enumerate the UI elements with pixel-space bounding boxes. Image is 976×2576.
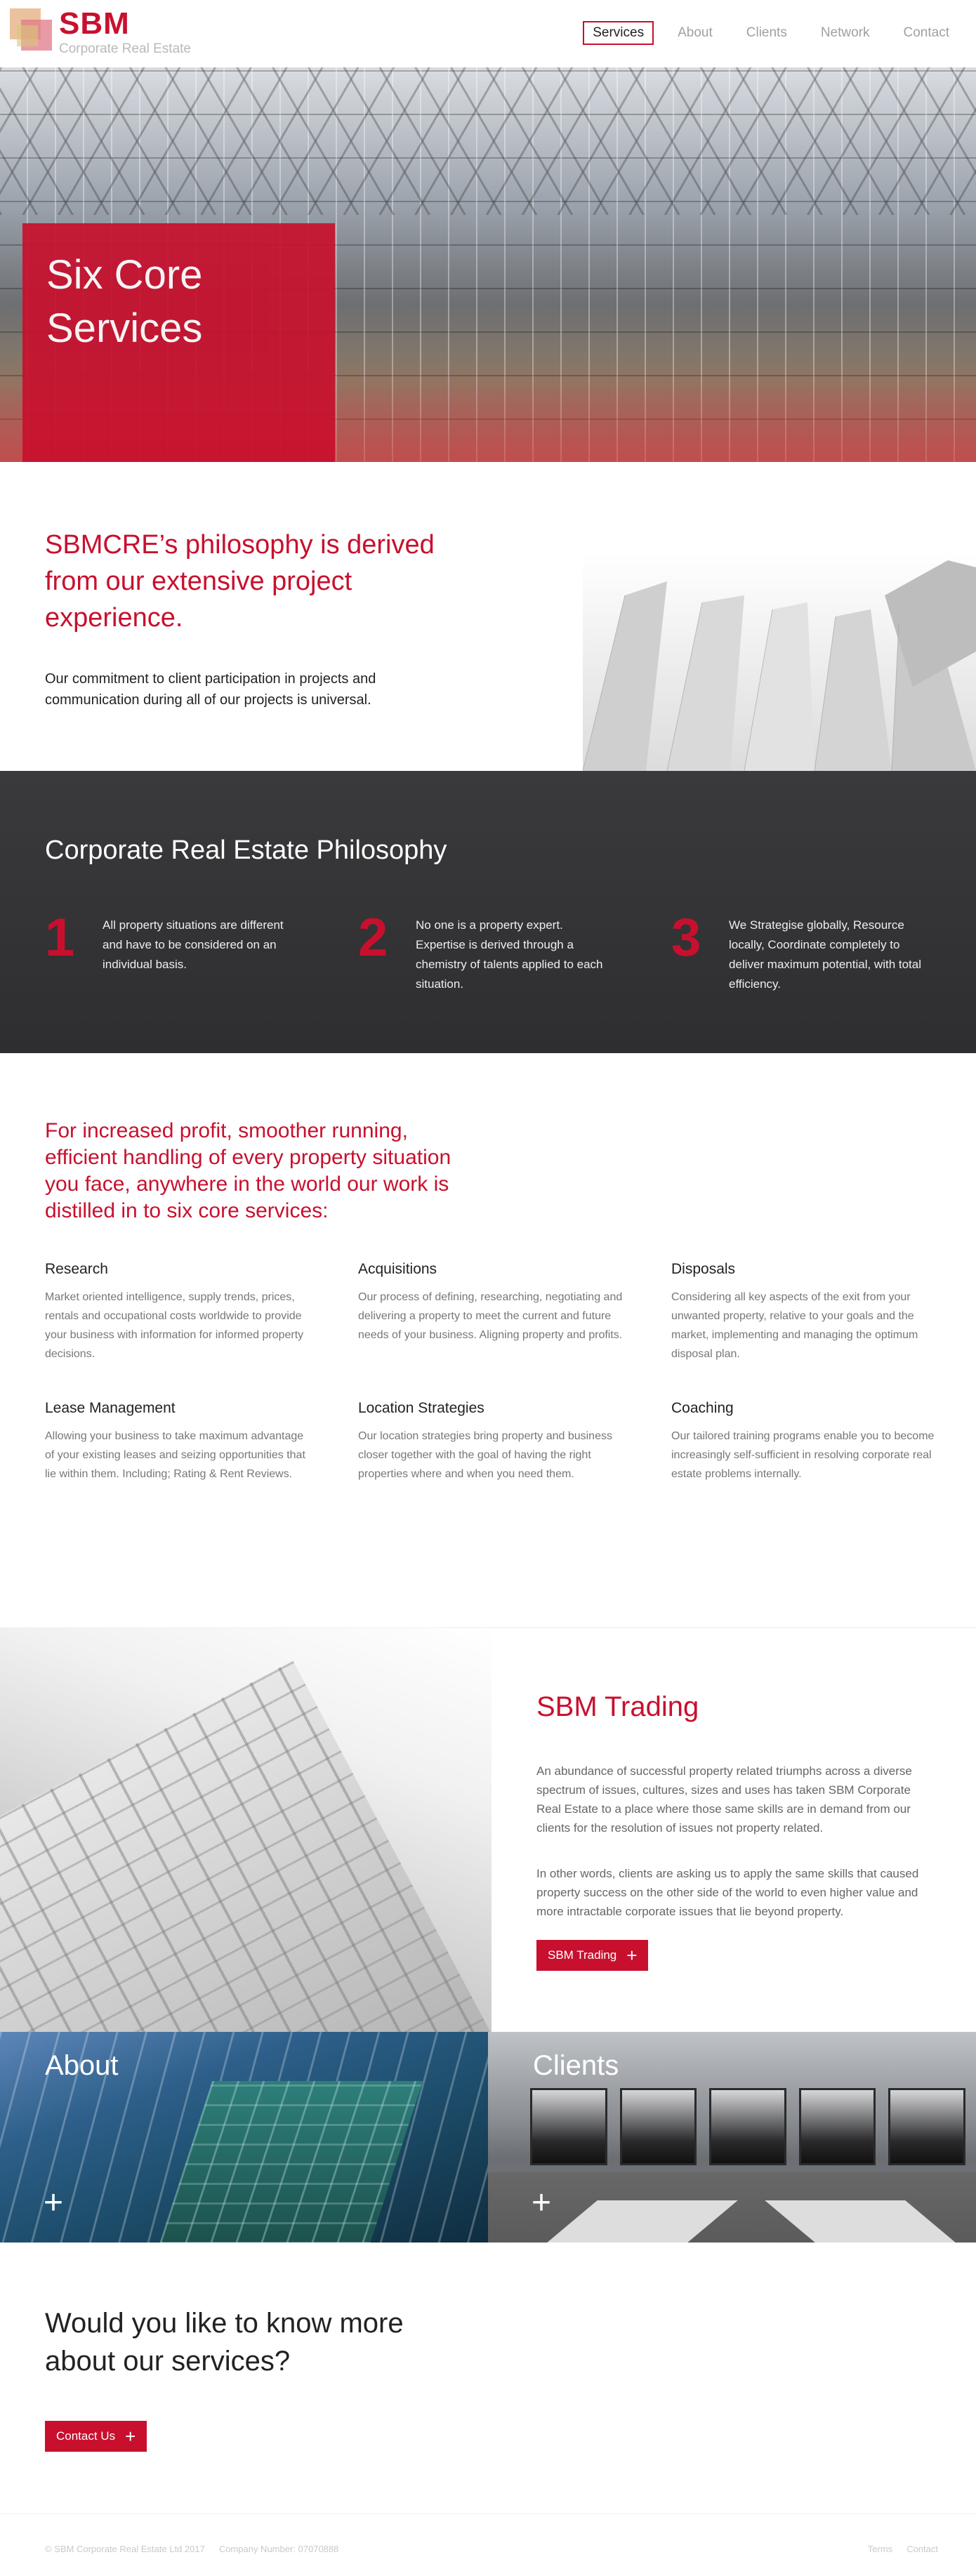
philosophy-intro: SBMCRE’s philosophy is derived from our …: [0, 462, 976, 771]
service-text: Market oriented intelligence, supply tre…: [45, 1291, 304, 1360]
about-tile[interactable]: About +: [0, 2032, 488, 2243]
sbm-trading: SBM Trading An abundance of successful p…: [0, 1627, 976, 2033]
footer-link-terms[interactable]: Terms: [868, 2544, 892, 2554]
service-text: Allowing your business to take maximum a…: [45, 1430, 305, 1480]
service-location-strategies: Location Strategies Our location strateg…: [358, 1400, 671, 1484]
service-research: Research Market oriented intelligence, s…: [45, 1261, 358, 1363]
logo-name: SBM: [59, 6, 130, 41]
nav-item-about[interactable]: About: [668, 21, 723, 45]
button-label: Contact Us: [56, 2429, 116, 2443]
sbm-trading-button[interactable]: SBM Trading +: [536, 1940, 649, 1971]
corporate-philosophy: Corporate Real Estate Philosophy 1 All p…: [0, 771, 976, 1053]
philosophy-text: Our commitment to client participation i…: [45, 671, 376, 708]
clients-tile[interactable]: Clients +: [488, 2032, 976, 2243]
corporate-philosophy-title: Corporate Real Estate Philosophy: [45, 835, 447, 865]
service-text: Considering all key aspects of the exit …: [671, 1291, 918, 1360]
trading-title: SBM Trading: [536, 1691, 699, 1722]
pillar-number: 2: [358, 908, 388, 967]
six-core-services: For increased profit, smoother running, …: [0, 1053, 976, 1627]
tile-label: About: [45, 2050, 119, 2081]
hero-title-box: Six Core Services: [22, 223, 335, 462]
hero-warehouse-image: [0, 67, 976, 215]
service-lease-management: Lease Management Allowing your business …: [45, 1400, 358, 1484]
service-title: Disposals: [671, 1261, 736, 1277]
service-acquisitions: Acquisitions Our process of defining, re…: [358, 1261, 671, 1363]
pillar: 1 All property situations are different …: [45, 911, 358, 994]
service-disposals: Disposals Considering all key aspects of…: [671, 1261, 976, 1363]
trading-paragraph: In other words, clients are asking us to…: [536, 1867, 919, 1918]
pillar: 3 We Strategise globally, Resource local…: [671, 911, 976, 994]
trading-paragraph: An abundance of successful property rela…: [536, 1764, 912, 1835]
logo[interactable]: SBM Corporate Real Estate: [10, 8, 191, 58]
footer-link-contact[interactable]: Contact: [906, 2544, 938, 2554]
hero-title: Six Core Services: [46, 252, 203, 351]
copyright: © SBM Corporate Real Estate Ltd 2017: [45, 2544, 205, 2554]
site-footer: © SBM Corporate Real Estate Ltd 2017 Com…: [0, 2514, 976, 2566]
service-title: Research: [45, 1261, 108, 1277]
nav-item-contact[interactable]: Contact: [894, 21, 959, 45]
plus-icon: +: [125, 2426, 136, 2447]
plus-icon: +: [44, 2184, 64, 2221]
philosophy-heading: SBMCRE’s philosophy is derived from our …: [45, 530, 435, 633]
plus-icon: +: [626, 1945, 638, 1966]
site-header: SBM Corporate Real Estate Services About…: [0, 0, 976, 67]
service-title: Acquisitions: [358, 1261, 437, 1277]
service-text: Our tailored training programs enable yo…: [671, 1430, 935, 1480]
cta-heading: Would you like to know more about our se…: [45, 2308, 404, 2377]
service-title: Lease Management: [45, 1400, 176, 1416]
philosophy-pillars: 1 All property situations are different …: [45, 911, 976, 994]
services-grid: Research Market oriented intelligence, s…: [45, 1261, 976, 1484]
pillar-number: 3: [671, 908, 701, 967]
nav-item-network[interactable]: Network: [811, 21, 880, 45]
service-title: Coaching: [671, 1400, 734, 1416]
plus-icon: +: [532, 2184, 552, 2221]
button-label: SBM Trading: [548, 1948, 617, 1962]
link-tiles: About + Clients +: [0, 2032, 976, 2243]
building-image: [583, 553, 976, 771]
contact-us-button[interactable]: Contact Us +: [45, 2421, 147, 2452]
main-nav: Services About Clients Network Contact: [583, 21, 959, 45]
pillar-text: We Strategise globally, Resource locally…: [729, 918, 922, 991]
pillar-text: All property situations are different an…: [103, 918, 284, 971]
nav-item-services[interactable]: Services: [583, 21, 654, 45]
service-text: Our process of defining, researching, ne…: [358, 1291, 623, 1341]
service-coaching: Coaching Our tailored training programs …: [671, 1400, 976, 1484]
logo-mark-icon: [10, 8, 53, 52]
service-title: Location Strategies: [358, 1400, 484, 1416]
company-number: Company Number: 07070888: [218, 2544, 339, 2554]
pillar: 2 No one is a property expert. Expertise…: [358, 911, 671, 994]
hero-banner: Six Core Services: [0, 67, 976, 462]
pillar-number: 1: [45, 908, 75, 967]
contact-cta: Would you like to know more about our se…: [0, 2243, 976, 2514]
services-heading: For increased profit, smoother running, …: [45, 1119, 451, 1222]
logo-tagline: Corporate Real Estate: [59, 41, 191, 56]
pillar-text: No one is a property expert. Expertise i…: [416, 918, 603, 991]
nav-item-clients[interactable]: Clients: [737, 21, 797, 45]
service-text: Our location strategies bring property a…: [358, 1430, 612, 1480]
skyscraper-image: [0, 1628, 492, 2033]
tile-label: Clients: [533, 2050, 619, 2081]
